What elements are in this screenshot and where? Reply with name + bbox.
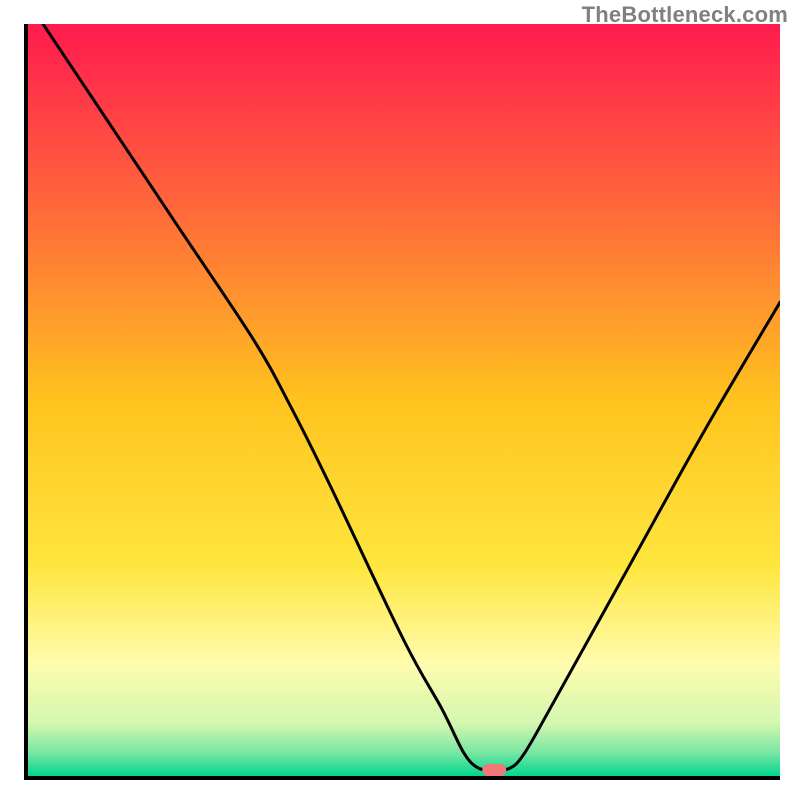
chart-background — [28, 24, 780, 776]
optimal-marker — [482, 764, 506, 776]
chart-frame: TheBottleneck.com — [0, 0, 800, 800]
plot-area — [24, 24, 780, 780]
chart-svg — [28, 24, 780, 776]
